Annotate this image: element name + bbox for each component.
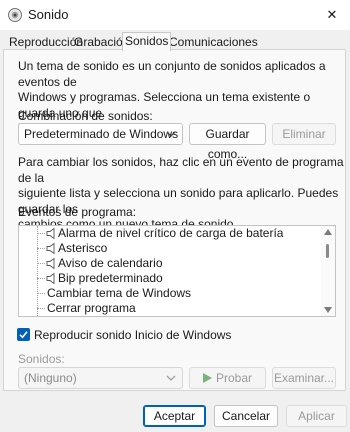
list-item[interactable]: Cambiar tema de Windows (19, 286, 319, 301)
chevron-down-icon (166, 131, 176, 137)
scroll-down-icon[interactable] (324, 307, 332, 313)
browse-button[interactable]: Examinar... (272, 367, 336, 389)
sounds-dropdown[interactable]: (Ninguno) (18, 367, 183, 389)
apply-button[interactable]: Aplicar (286, 405, 347, 427)
scroll-thumb[interactable] (326, 244, 329, 258)
close-button[interactable]: ✕ (320, 3, 344, 27)
list-item[interactable]: Bip predeterminado (19, 271, 319, 286)
startup-sound-label[interactable]: Reproducir sonido Inicio de Windows (34, 328, 231, 342)
events-label: Eventos de programa: (18, 205, 137, 219)
scheme-value: Predeterminado de Windows (24, 127, 179, 141)
chevron-down-icon (166, 375, 176, 381)
scroll-up-icon[interactable] (324, 229, 332, 235)
save-as-button[interactable]: Guardar como... (189, 123, 266, 161)
startup-sound-checkbox[interactable] (17, 328, 30, 341)
list-item[interactable]: Asterisco (19, 241, 319, 256)
test-button[interactable]: Probar (189, 367, 266, 389)
events-scrollbar[interactable] (321, 226, 335, 316)
close-icon: ✕ (326, 7, 338, 22)
sounds-label: Sonidos: (18, 352, 65, 366)
speaker-icon (46, 227, 55, 240)
speaker-icon (46, 242, 55, 255)
events-list[interactable]: Alarma de nivel crítico de carga de bate… (18, 225, 336, 317)
checkmark-icon (19, 331, 28, 339)
speaker-icon (46, 272, 55, 285)
list-item[interactable]: Cerrar programa (19, 301, 319, 316)
speaker-icon (46, 257, 55, 270)
list-item[interactable]: Alarma de nivel crítico de carga de bate… (19, 226, 319, 241)
window-title: Sonido (28, 7, 69, 22)
scheme-label: Combinación de sonidos: (18, 109, 153, 123)
speaker-app-icon (8, 8, 22, 22)
accept-button[interactable]: Aceptar (143, 405, 206, 427)
instructions-text: Para cambiar los sonidos, haz clic en un… (18, 155, 344, 231)
play-icon (202, 373, 212, 383)
tab-strip: Reproducción Grabación Sonidos Comunicac… (0, 32, 350, 51)
scheme-dropdown[interactable]: Predeterminado de Windows (18, 123, 183, 145)
sounds-value: (Ninguno) (24, 371, 77, 385)
title-bar: Sonido ✕ (0, 0, 350, 30)
delete-button[interactable]: Eliminar (272, 123, 336, 145)
tab-comunicaciones[interactable]: Comunicaciones (167, 34, 260, 50)
cancel-button[interactable]: Cancelar (214, 405, 278, 427)
tab-sonidos[interactable]: Sonidos (122, 32, 172, 51)
list-item[interactable]: Aviso de calendario (19, 256, 319, 271)
